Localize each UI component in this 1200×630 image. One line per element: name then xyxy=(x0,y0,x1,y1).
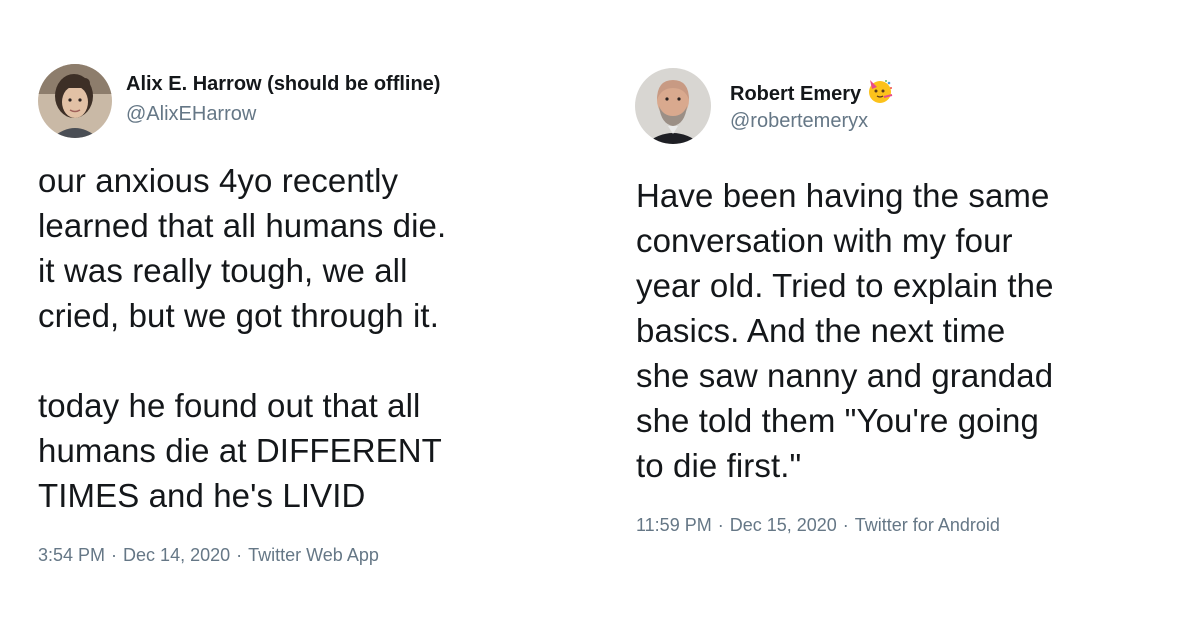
tweet-time[interactable]: 11:59 PM xyxy=(636,515,712,535)
avatar-robert[interactable] xyxy=(635,68,711,144)
tweet-date[interactable]: Dec 15, 2020 xyxy=(730,515,837,535)
tweet-meta: 3:54 PM · Dec 14, 2020 · Twitter Web App xyxy=(38,545,379,566)
user-handle[interactable]: @robertemeryx xyxy=(730,110,868,133)
meta-separator: · xyxy=(236,545,243,565)
profile-photo-icon xyxy=(38,64,112,138)
tweet-meta: 11:59 PM · Dec 15, 2020 · Twitter for Androi… xyxy=(636,515,1000,536)
meta-separator: · xyxy=(842,515,849,535)
tweet-source[interactable]: Twitter for Android xyxy=(855,515,1000,535)
tweet-text: Have been having the same conversation w… xyxy=(636,177,1054,484)
partying-face-icon xyxy=(867,78,893,104)
tweet-date[interactable]: Dec 14, 2020 xyxy=(123,545,230,565)
user-handle[interactable]: @AlixEHarrow xyxy=(126,103,256,126)
tweet-source[interactable]: Twitter Web App xyxy=(248,545,379,565)
avatar-alix[interactable] xyxy=(38,64,112,138)
display-name-text: Robert Emery xyxy=(730,83,862,105)
display-name[interactable]: Alix E. Harrow (should be offline) xyxy=(126,73,440,96)
tweet-text: our anxious 4yo recently learned that al… xyxy=(38,162,447,514)
display-name[interactable]: Robert Emery xyxy=(730,78,893,106)
meta-separator: · xyxy=(717,515,724,535)
tweet-time[interactable]: 3:54 PM xyxy=(38,545,105,565)
meta-separator: · xyxy=(111,545,118,565)
profile-photo-icon xyxy=(635,68,711,144)
